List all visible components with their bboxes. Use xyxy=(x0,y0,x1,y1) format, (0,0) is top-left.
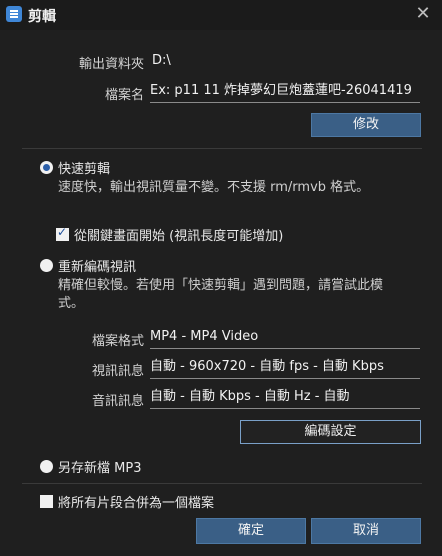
save-mp3-label: 另存新檔 MP3 xyxy=(58,461,142,476)
reencode-label: 重新編碼視訊 xyxy=(58,260,137,275)
cancel-button[interactable]: 取消 xyxy=(311,518,421,544)
window-title: 剪輯 xyxy=(28,9,56,25)
fast-cut-desc: 速度快，輸出視訊質量不變。不支援 rm/rmvb 格式。 xyxy=(58,180,370,195)
audio-info-field[interactable]: 自動 - 自動 Kbps - 自動 Hz - 自動 xyxy=(150,386,420,409)
output-folder-value: D:\ xyxy=(152,53,171,68)
reencode-desc: 精確但較慢。若使用「快速剪輯」遇到問題，請嘗試此模式。 xyxy=(58,278,384,311)
divider xyxy=(22,148,422,149)
fast-cut-label: 快速剪輯 xyxy=(58,162,111,177)
title-bar: 剪輯 ✕ xyxy=(0,0,442,30)
merge-label: 將所有片段合併為一個檔案 xyxy=(58,496,215,511)
encode-settings-button[interactable]: 編碼設定 xyxy=(240,420,421,444)
format-label: 檔案格式 xyxy=(91,334,144,349)
reencode-radio[interactable] xyxy=(40,259,53,272)
modify-button[interactable]: 修改 xyxy=(311,113,421,137)
app-icon xyxy=(6,6,22,22)
video-info-label: 視訊訊息 xyxy=(91,364,144,379)
audio-info-label: 音訊訊息 xyxy=(91,394,144,409)
close-icon[interactable]: ✕ xyxy=(412,3,434,25)
divider xyxy=(22,483,422,484)
fast-cut-radio[interactable] xyxy=(40,161,53,174)
save-mp3-radio[interactable] xyxy=(40,460,53,473)
format-select[interactable]: MP4 - MP4 Video xyxy=(150,326,420,349)
filename-label: 檔案名 xyxy=(104,88,144,103)
keyframe-label: 從關鍵畫面開始 (視訊長度可能增加) xyxy=(74,229,284,244)
merge-checkbox[interactable] xyxy=(40,495,53,508)
filename-field[interactable]: Ex: p11 11 炸掉夢幻巨炮蓋蓮吧-26041419 xyxy=(150,80,420,103)
video-info-field[interactable]: 自動 - 960x720 - 自動 fps - 自動 Kbps xyxy=(150,356,420,379)
ok-button[interactable]: 確定 xyxy=(196,518,306,544)
keyframe-checkbox[interactable] xyxy=(56,225,69,241)
output-folder-label: 輸出資料夾 xyxy=(78,57,144,72)
